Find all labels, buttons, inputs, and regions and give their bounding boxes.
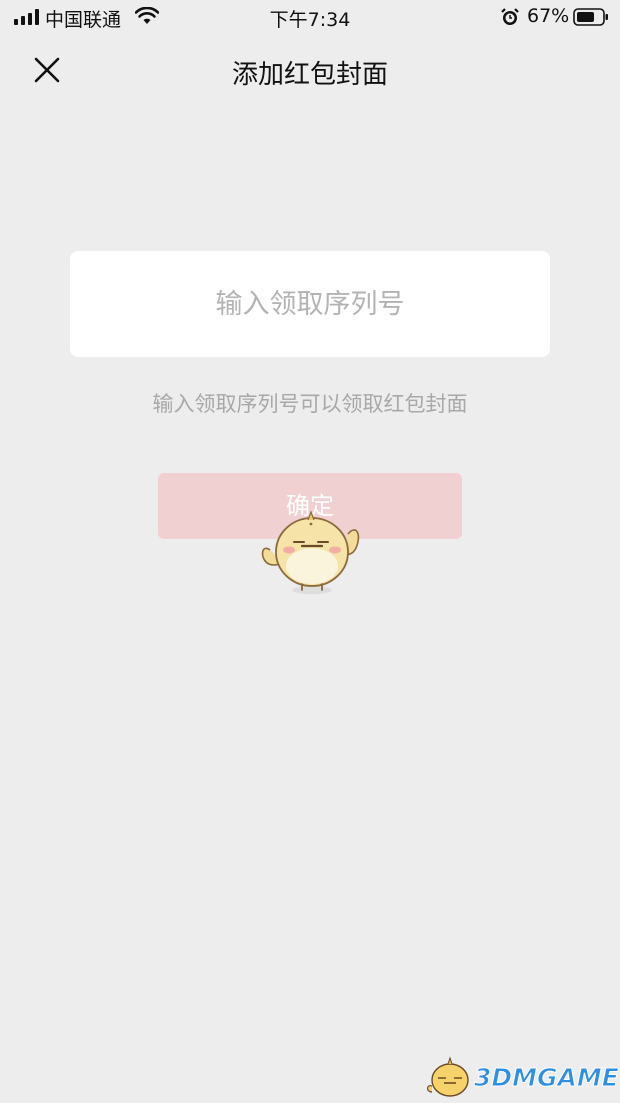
page-title: 添加红包封面: [231, 60, 388, 90]
hint-text: 输入领取序列号可以领取红包封面: [152, 392, 468, 416]
watermark-text: 3DMGAME: [474, 1063, 620, 1093]
battery-percent: 67%: [527, 5, 570, 27]
serial-number-input[interactable]: [70, 251, 550, 357]
chick-mascot-icon: [261, 510, 360, 594]
battery-icon: [573, 8, 608, 26]
nav-bar: 添加红包封面: [0, 34, 620, 106]
status-bar: 中国联通 下午7:34 67%: [0, 0, 620, 34]
alarm-icon: [501, 8, 519, 25]
